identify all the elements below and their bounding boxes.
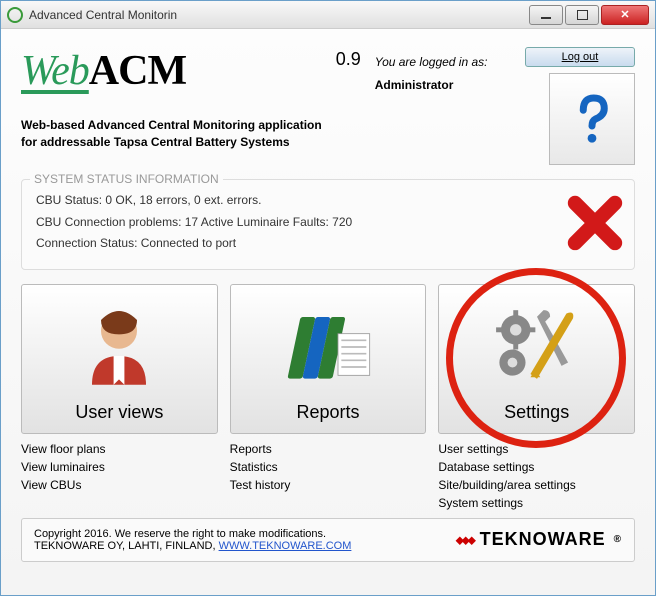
copyright: Copyright 2016. We reserve the right to … <box>34 528 351 540</box>
footer-text: Copyright 2016. We reserve the right to … <box>34 528 351 552</box>
main-grid: User views View floor plans View luminai… <box>21 284 635 510</box>
close-button[interactable] <box>601 5 649 25</box>
company-info: TEKNOWARE OY, LAHTI, FINLAND, <box>34 540 219 552</box>
version: 0.9 <box>336 47 361 70</box>
header-row: WebACM Web-based Advanced Central Monito… <box>21 47 635 165</box>
registered-mark: ® <box>614 534 622 545</box>
settings-label: Settings <box>504 402 569 423</box>
window-title: Advanced Central Monitorin <box>29 8 529 22</box>
login-prefix: You are logged in as: <box>375 51 511 74</box>
status-line-2: CBU Connection problems: 17 Active Lumin… <box>36 212 620 234</box>
books-icon <box>231 293 426 402</box>
link-floorplans[interactable]: View floor plans <box>21 442 218 456</box>
reports-links: Reports Statistics Test history <box>230 442 427 492</box>
settings-links: User settings Database settings Site/bui… <box>438 442 635 510</box>
question-icon <box>564 91 620 147</box>
col-userviews: User views View floor plans View luminai… <box>21 284 218 510</box>
status-title: SYSTEM STATUS INFORMATION <box>30 172 223 186</box>
titlebar: Advanced Central Monitorin <box>1 1 655 29</box>
reports-button[interactable]: Reports <box>230 284 427 434</box>
error-icon <box>566 194 624 252</box>
status-line-3: Connection Status: Connected to port <box>36 233 620 255</box>
link-cbus[interactable]: View CBUs <box>21 478 218 492</box>
content-area: WebACM Web-based Advanced Central Monito… <box>1 29 655 595</box>
login-user: Administrator <box>375 74 511 97</box>
tagline-line2: for addressable Tapsa Central Battery Sy… <box>21 134 322 151</box>
col-settings: Settings User settings Database settings… <box>438 284 635 510</box>
maximize-button[interactable] <box>565 5 599 25</box>
userviews-label: User views <box>75 402 163 423</box>
settings-button[interactable]: Settings <box>438 284 635 434</box>
userviews-links: View floor plans View luminaires View CB… <box>21 442 218 492</box>
login-info: You are logged in as: Administrator <box>375 47 511 97</box>
logo-web: Web <box>21 48 89 94</box>
logout-button[interactable]: Log out <box>525 47 635 67</box>
logo-acm: ACM <box>89 48 186 94</box>
link-statistics[interactable]: Statistics <box>230 460 427 474</box>
userviews-button[interactable]: User views <box>21 284 218 434</box>
link-sitesettings[interactable]: Site/building/area settings <box>438 478 635 492</box>
link-testhistory[interactable]: Test history <box>230 478 427 492</box>
teknoware-brand: TEKNOWARE <box>480 529 606 550</box>
link-syssettings[interactable]: System settings <box>438 496 635 510</box>
version-number: 0.9 <box>336 49 361 69</box>
status-line-1: CBU Status: 0 OK, 18 errors, 0 ext. erro… <box>36 190 620 212</box>
tagline-line1: Web-based Advanced Central Monitoring ap… <box>21 117 322 134</box>
footer-line2: TEKNOWARE OY, LAHTI, FINLAND, WWW.TEKNOW… <box>34 540 351 552</box>
tools-icon <box>439 293 634 402</box>
logo-dots-icon: ⬩⬩⬩ <box>456 527 474 553</box>
col-reports: Reports Reports Statistics Test history <box>230 284 427 510</box>
link-luminaires[interactable]: View luminaires <box>21 460 218 474</box>
logo-block: WebACM Web-based Advanced Central Monito… <box>21 47 322 151</box>
app-logo: WebACM <box>21 47 322 95</box>
user-icon <box>22 293 217 402</box>
header-right: Log out <box>525 47 635 165</box>
link-dbsettings[interactable]: Database settings <box>438 460 635 474</box>
minimize-button[interactable] <box>529 5 563 25</box>
status-panel: SYSTEM STATUS INFORMATION CBU Status: 0 … <box>21 179 635 270</box>
reports-label: Reports <box>296 402 359 423</box>
teknoware-logo: ⬩⬩⬩ TEKNOWARE ® <box>456 527 622 553</box>
window-controls <box>529 5 649 25</box>
link-usersettings[interactable]: User settings <box>438 442 635 456</box>
app-window: Advanced Central Monitorin WebACM Web-ba… <box>0 0 656 596</box>
help-button[interactable] <box>549 73 635 165</box>
app-icon <box>7 7 23 23</box>
link-reports[interactable]: Reports <box>230 442 427 456</box>
footer: Copyright 2016. We reserve the right to … <box>21 518 635 562</box>
teknoware-link[interactable]: WWW.TEKNOWARE.COM <box>219 540 352 552</box>
tagline: Web-based Advanced Central Monitoring ap… <box>21 117 322 151</box>
